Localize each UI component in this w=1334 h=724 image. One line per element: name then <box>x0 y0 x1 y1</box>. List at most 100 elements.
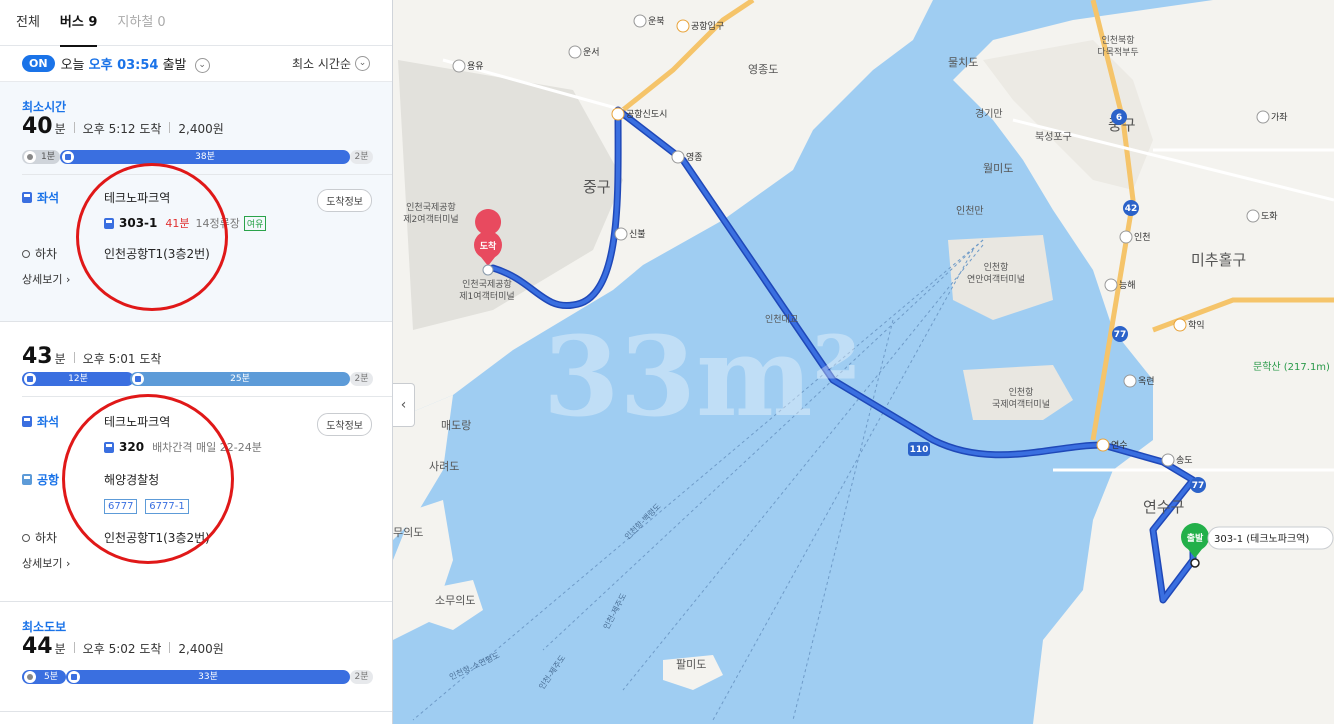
boarding-stop: 테크노파크역 <box>104 191 171 205</box>
svg-text:용유: 용유 <box>467 61 484 72</box>
svg-text:110: 110 <box>910 445 929 455</box>
ic-marker: 도화 <box>1246 209 1278 223</box>
chevron-down-icon: ⌄ <box>194 58 210 73</box>
transfer-stop: 해양경찰청 <box>104 473 160 487</box>
route-timeline-bar: 12분 25분 2분 <box>22 372 373 386</box>
bus-icon <box>132 373 144 385</box>
map-label: 중구 <box>583 178 611 196</box>
route-card[interactable]: 최소시간 40 분 오후 5:12 도착 2,400원 1분 38분 2분 좌석… <box>0 82 392 322</box>
stop-dot-icon <box>22 533 30 542</box>
svg-text:인천: 인천 <box>1134 232 1151 243</box>
ic-marker: 능해 <box>1104 278 1136 292</box>
route-duration-unit: 분 <box>54 122 66 136</box>
bus-icon <box>22 192 32 203</box>
ic-marker: 연수 <box>1096 438 1128 452</box>
route-arrival-time: 오후 5:12 도착 <box>82 122 162 136</box>
departure-stop-label: 303-1 (테크노파크역) <box>1207 526 1334 550</box>
route-arrival-time: 오후 5:02 도착 <box>82 642 162 656</box>
alight-step: 하차 인천공항T1(3층2번) <box>22 245 372 271</box>
departure-time-selector[interactable]: 오늘 오후 03:54 출발 ⌄ <box>61 54 210 73</box>
svg-text:영종: 영종 <box>686 152 703 163</box>
bus-segment: 12분 <box>22 372 134 386</box>
alight-label: 하차 <box>22 245 104 262</box>
bus-chip[interactable]: 6777 <box>104 499 138 514</box>
map-label: 연수구 <box>1143 498 1184 516</box>
separator <box>73 122 75 133</box>
route-shield: 77 <box>1112 326 1128 342</box>
svg-text:옥련: 옥련 <box>1138 376 1155 387</box>
transfer-bus-chips: 6777 6777-1 <box>104 498 193 514</box>
route-summary: 44 분 오후 5:02 도착 2,400원 <box>22 634 372 664</box>
walk-icon <box>24 151 36 163</box>
divider <box>22 174 392 175</box>
walk-segment: 5분 <box>22 670 66 684</box>
realtime-toggle[interactable]: ON <box>22 55 55 72</box>
map-label: 무의도 <box>393 526 423 539</box>
departure-row: ON 오늘 오후 03:54 출발 ⌄ 최소 시간순 ⌄ <box>0 46 392 82</box>
svg-text:연수: 연수 <box>1111 440 1128 451</box>
alight-stop: 인천공항T1(3층2번) <box>104 247 210 261</box>
boarding-stop: 테크노파크역 <box>104 415 171 429</box>
route-summary: 43 분 오후 5:01 도착 <box>22 322 372 369</box>
sea-route-label: 인천-제주도 <box>601 591 628 631</box>
transit-tabs: 전체 버스 9 지하철 0 <box>0 0 392 47</box>
transfer-step: 공항 해양경찰청 6777 6777-1 <box>22 471 372 529</box>
bus-icon <box>24 671 36 683</box>
arrival-info-button[interactable]: 도착정보 <box>317 413 372 436</box>
bus-number: 320 <box>119 440 145 454</box>
bus-segment: 33분 <box>66 670 350 684</box>
ic-marker: 옥련 <box>1123 374 1155 388</box>
svg-text:77: 77 <box>1192 481 1205 491</box>
route-fare: 2,400원 <box>178 122 224 136</box>
boarding-step: 좌석 테크노파크역 320 배차간격 매일 22-24분 도착정보 <box>22 413 372 471</box>
svg-text:운서: 운서 <box>583 47 600 58</box>
sort-dropdown[interactable]: 최소 시간순 ⌄ <box>292 55 370 72</box>
map-label: 인천만 <box>956 205 984 217</box>
alight-label: 하차 <box>22 529 104 546</box>
bus-icon <box>22 416 32 427</box>
seat-status-badge: 여유 <box>243 215 267 231</box>
bus-info[interactable]: 320 배차간격 매일 22-24분 <box>104 439 262 455</box>
collapse-panel-button[interactable]: ‹ <box>393 383 415 427</box>
seat-bus-label: 좌석 <box>22 189 104 206</box>
route-shield: 77 <box>1190 477 1206 493</box>
bus-icon <box>104 217 114 229</box>
tab-subway[interactable]: 지하철 0 <box>117 0 165 46</box>
tab-bus[interactable]: 버스 9 <box>59 0 97 47</box>
chevron-down-icon: ⌄ <box>355 56 370 71</box>
bus-eta: 41분 <box>165 217 190 230</box>
route-card[interactable]: 43 분 오후 5:01 도착 12분 25분 2분 좌석 테크노파크역 320… <box>0 322 392 602</box>
bus-segment: 25분 <box>130 372 350 386</box>
svg-text:능해: 능해 <box>1119 280 1136 291</box>
svg-text:운북: 운북 <box>648 16 665 27</box>
alight-stop: 인천공항T1(3층2번) <box>104 531 210 545</box>
svg-text:42: 42 <box>1125 204 1138 214</box>
route-panel: 전체 버스 9 지하철 0 ON 오늘 오후 03:54 출발 ⌄ 최소 시간순… <box>0 0 393 724</box>
seat-bus-label: 좌석 <box>22 413 104 430</box>
arrival-info-button[interactable]: 도착정보 <box>317 189 372 212</box>
ic-marker: 공항신도시 <box>611 107 667 121</box>
route-summary: 40 분 오후 5:12 도착 2,400원 <box>22 114 372 144</box>
svg-text:공항입구: 공항입구 <box>691 20 724 32</box>
bus-chip[interactable]: 6777-1 <box>145 499 189 514</box>
mountain-label: 문학산 (217.1m) <box>1253 361 1330 373</box>
map-view[interactable]: 33m² 중구 영종도 물치도 경기만 북성포구 월미도 인천만 중구 미추홀구… <box>393 0 1334 724</box>
separator <box>73 352 75 363</box>
tab-all[interactable]: 전체 <box>16 0 40 46</box>
ic-marker: 운북 <box>633 14 665 28</box>
bus-info[interactable]: 303-1 41분 14정류장 여유 <box>104 215 267 231</box>
ic-marker: 신불 <box>614 227 646 241</box>
svg-text:가좌: 가좌 <box>1271 112 1288 123</box>
departure-suffix: 출발 <box>162 58 187 73</box>
ic-marker: 가좌 <box>1256 110 1288 124</box>
detail-link[interactable]: 상세보기 › <box>22 271 70 287</box>
svg-text:77: 77 <box>1114 330 1127 340</box>
route-card[interactable]: 최소도보 44 분 오후 5:02 도착 2,400원 5분 33분 2분 <box>0 602 392 712</box>
ic-marker: 인천 <box>1119 230 1151 244</box>
detail-link[interactable]: 상세보기 › <box>22 555 70 571</box>
stop-dot-icon <box>22 249 30 258</box>
ic-marker: 학익 <box>1173 318 1205 332</box>
svg-text:신불: 신불 <box>629 229 646 240</box>
route-tag: 최소도보 <box>22 620 67 634</box>
route-duration-unit: 분 <box>54 352 66 366</box>
